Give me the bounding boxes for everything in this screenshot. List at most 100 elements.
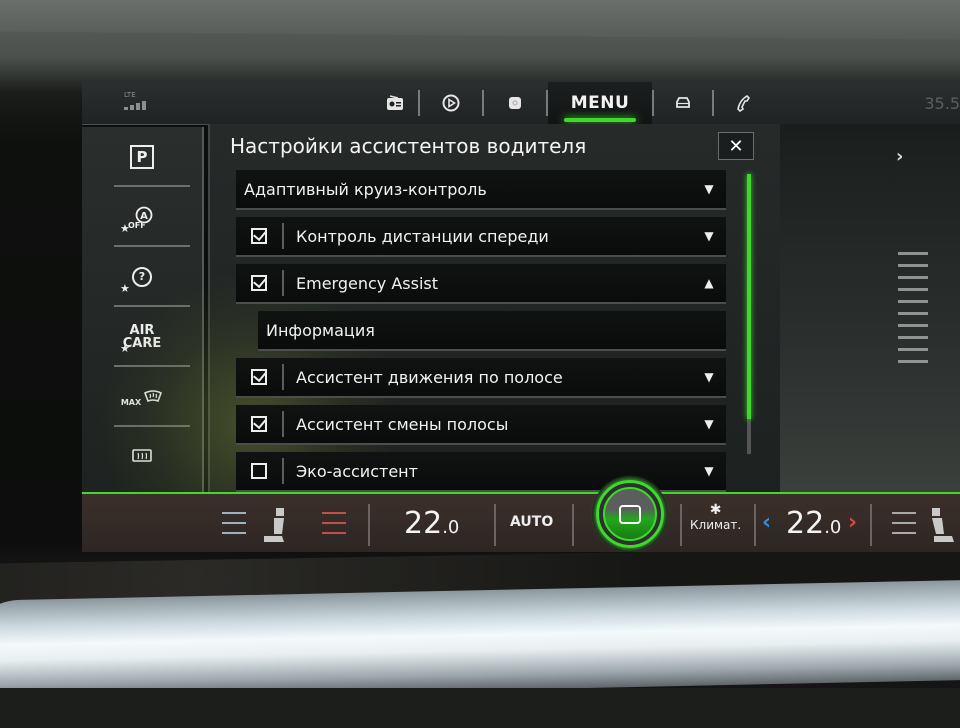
list-item-lane-assist[interactable]: Ассистент движения по полосе ▼ — [236, 358, 726, 398]
climate-separator — [680, 504, 682, 546]
climate-menu-button[interactable]: ✱ Климат. — [690, 502, 741, 532]
scrollbar[interactable] — [747, 174, 751, 454]
parking-icon: P — [130, 145, 154, 169]
left-seat-icon[interactable] — [260, 506, 290, 546]
max-label: MAX — [120, 397, 142, 407]
list-item-label: Контроль дистанции спереди — [296, 226, 549, 246]
chrome-strip — [0, 578, 960, 702]
checkbox-checked-icon — [251, 228, 267, 244]
checkbox[interactable] — [236, 275, 282, 291]
climate-separator — [572, 504, 574, 546]
phone-app-icon — [509, 97, 521, 109]
scrollbar-thumb[interactable] — [747, 174, 751, 419]
chevron-down-icon[interactable]: ▼ — [692, 464, 726, 478]
climate-separator — [368, 504, 370, 546]
side-view-panel: › — [780, 124, 960, 492]
checkbox[interactable] — [236, 228, 282, 244]
list-item-label: Адаптивный круиз-контроль — [244, 179, 487, 199]
left-seat-ventilation-level[interactable] — [222, 512, 246, 542]
climate-separator — [754, 504, 756, 546]
panel-title: Настройки ассистентов водителя — [230, 134, 587, 158]
chevron-right-icon[interactable]: › — [896, 146, 903, 167]
driver-assist-settings-panel: Настройки ассистентов водителя ✕ Адаптив… — [90, 124, 780, 552]
signal-indicator: LTE — [124, 92, 146, 110]
help-button[interactable]: ★ ? — [82, 247, 202, 307]
right-seat-icon[interactable] — [928, 506, 958, 546]
temp-increase-icon[interactable]: › — [848, 510, 857, 535]
chevron-up-icon[interactable]: ▲ — [692, 276, 726, 290]
row-divider — [282, 364, 284, 390]
left-temperature[interactable]: 22.0 — [404, 506, 459, 541]
signal-label: LTE — [124, 91, 136, 99]
row-divider — [282, 223, 284, 249]
rear-defrost-button[interactable] — [82, 427, 202, 487]
menu-label: MENU — [570, 93, 630, 113]
checkbox-checked-icon — [251, 369, 267, 385]
checkbox-unchecked-icon — [251, 463, 267, 479]
close-button[interactable]: ✕ — [718, 132, 754, 160]
checkbox-checked-icon — [251, 416, 267, 432]
right-temperature[interactable]: 22.0 — [786, 506, 841, 541]
left-shortcut-rail: P ★ A OFF ★ ? ★ AIR CARE MAX — [82, 127, 204, 492]
radio-icon — [387, 95, 403, 110]
favorite-star-icon: ★ — [120, 282, 130, 295]
settings-list: Адаптивный круиз-контроль ▼ Контроль дис… — [236, 170, 726, 499]
list-item-label: Ассистент движения по полосе — [296, 367, 563, 387]
climate-menu-label: Климат. — [690, 518, 742, 532]
list-item-label: Информация — [266, 320, 375, 340]
dashboard-top — [0, 0, 960, 40]
list-item-label: Emergency Assist — [296, 273, 438, 293]
nav-smartphone-button[interactable] — [484, 82, 546, 124]
checkbox[interactable] — [236, 416, 282, 432]
right-seat-ventilation-level[interactable] — [892, 512, 916, 542]
list-item-emergency-assist[interactable]: Emergency Assist ▲ — [236, 264, 726, 304]
air-care-button[interactable]: ★ AIR CARE — [82, 307, 202, 367]
windshield-defrost-icon — [144, 390, 163, 403]
list-item-adaptive-cruise[interactable]: Адаптивный круиз-контроль ▼ — [236, 170, 726, 210]
climate-separator — [870, 504, 872, 546]
checkbox[interactable] — [236, 463, 282, 479]
home-inner — [603, 487, 657, 541]
help-icon: ? — [132, 267, 152, 287]
chevron-down-icon[interactable]: ▼ — [692, 370, 726, 384]
favorite-star-icon: ★ — [120, 342, 130, 355]
chevron-down-icon[interactable]: ▼ — [692, 417, 726, 431]
checkbox[interactable] — [236, 369, 282, 385]
home-ring — [596, 480, 664, 548]
nav-car-button[interactable] — [654, 82, 712, 124]
nav-radio-button[interactable] — [372, 82, 418, 124]
signal-bars-icon — [124, 101, 146, 110]
left-seat-heat-level[interactable] — [322, 512, 346, 542]
nav-media-button[interactable] — [420, 82, 482, 124]
checkbox-checked-icon — [251, 275, 267, 291]
home-button[interactable] — [592, 476, 668, 552]
climate-separator — [494, 504, 496, 546]
list-item-front-assist[interactable]: Контроль дистанции спереди ▼ — [236, 217, 726, 257]
row-divider — [282, 411, 284, 437]
max-defrost-button[interactable]: MAX — [82, 367, 202, 427]
phone-handset-icon — [737, 94, 751, 112]
nav-menu-button[interactable]: MENU — [548, 82, 652, 124]
temp-decrease-icon[interactable]: ‹ — [762, 510, 771, 535]
list-item-information[interactable]: Информация — [258, 311, 726, 351]
top-nav: MENU — [372, 82, 774, 124]
start-stop-off-button[interactable]: ★ A OFF — [82, 187, 202, 247]
chevron-down-icon[interactable]: ▼ — [692, 229, 726, 243]
status-bar: LTE MENU 35.5 — [82, 82, 960, 125]
list-item-label: Ассистент смены полосы — [296, 414, 509, 434]
home-icon — [619, 504, 641, 524]
climate-settings-icon: ✱ — [709, 502, 722, 518]
nav-phone-button[interactable] — [714, 82, 774, 124]
parking-button[interactable]: P — [82, 127, 202, 187]
level-ladder-icon — [898, 252, 928, 372]
climate-auto-button[interactable]: AUTO — [510, 514, 553, 530]
row-divider — [282, 458, 284, 484]
climate-bar: 22.0 AUTO ✱ Климат. ‹ 22.0 › — [82, 476, 960, 552]
list-item-lane-change-assist[interactable]: Ассистент смены полосы ▼ — [236, 405, 726, 445]
play-icon — [442, 94, 460, 112]
car-icon — [676, 97, 690, 108]
start-stop-off-label: OFF — [128, 221, 146, 230]
infotainment-screen: LTE MENU 35.5 P ★ A OFF ★ ? ★ AIR CARE M… — [82, 82, 960, 552]
chevron-down-icon[interactable]: ▼ — [692, 182, 726, 196]
close-icon: ✕ — [728, 135, 744, 157]
